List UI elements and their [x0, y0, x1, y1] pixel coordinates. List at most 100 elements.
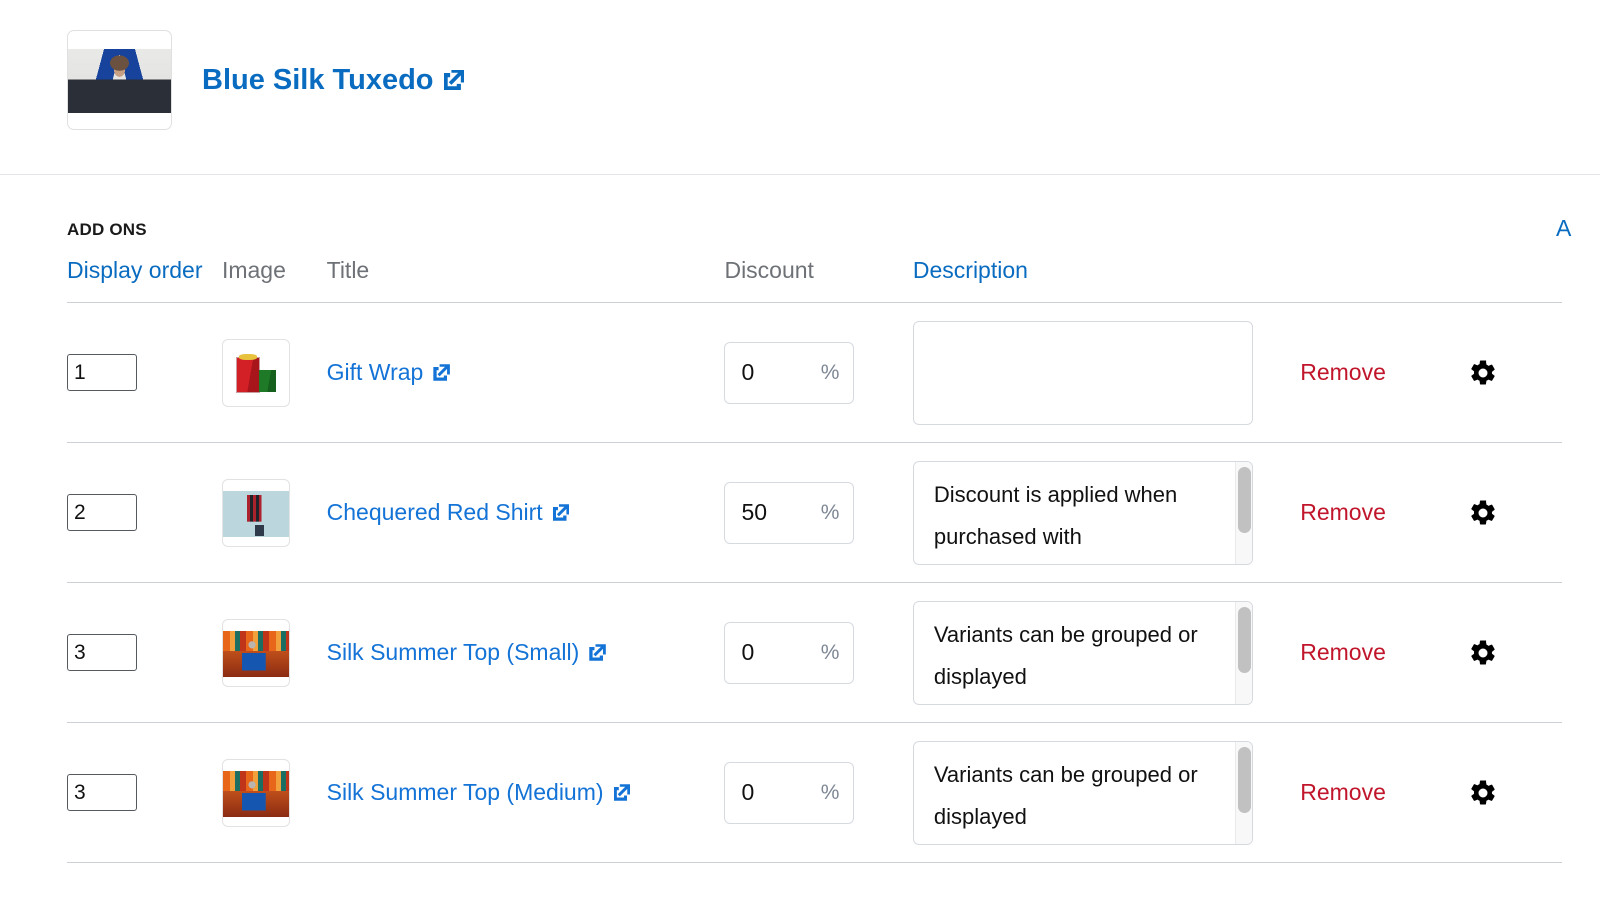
remove-button[interactable]: Remove: [1300, 359, 1386, 385]
add-addon-link[interactable]: A: [1556, 215, 1571, 242]
discount-input[interactable]: 0%: [724, 761, 855, 824]
cell-settings: [1467, 442, 1562, 583]
percent-suffix: %: [820, 360, 840, 384]
cell-description: Variants can be grouped or displayed: [912, 582, 1301, 723]
description-text: [914, 322, 1252, 424]
product-thumbnail[interactable]: [67, 30, 172, 130]
cell-description: Variants can be grouped or displayed: [912, 722, 1301, 863]
product-title-link[interactable]: Blue Silk Tuxedo: [202, 30, 464, 130]
description-textarea[interactable]: Discount is applied when purchased with: [912, 460, 1253, 565]
product-title-label: Blue Silk Tuxedo: [202, 64, 434, 96]
description-text: Variants can be grouped or displayed: [933, 761, 1198, 829]
addon-thumbnail[interactable]: [221, 338, 290, 407]
table-row: 3 Silk Summer Top (Medium) 0% Variants can …: [67, 722, 1562, 863]
cell-title: Silk Summer Top (Small): [326, 582, 725, 723]
cell-title: Chequered Red Shirt: [326, 442, 725, 583]
gear-icon[interactable]: [1468, 638, 1498, 668]
discount-input[interactable]: 50%: [724, 481, 855, 544]
addon-thumbnail[interactable]: [221, 618, 290, 687]
gear-icon[interactable]: [1468, 498, 1498, 528]
discount-input[interactable]: 0%: [724, 621, 855, 684]
external-link-icon: [553, 504, 570, 521]
description-scrollbar[interactable]: [1234, 601, 1252, 704]
cell-remove: Remove: [1300, 302, 1468, 443]
addon-title-link[interactable]: Chequered Red Shirt: [327, 499, 570, 526]
description-textarea[interactable]: Variants can be grouped or displayed: [912, 600, 1253, 705]
display-order-input[interactable]: 1: [67, 354, 137, 391]
display-order-input[interactable]: 2: [67, 494, 137, 531]
column-header-image: Image: [221, 257, 327, 303]
cell-remove: Remove: [1300, 442, 1468, 583]
cell-discount: 0%: [724, 582, 913, 723]
scrollbar-thumb[interactable]: [1237, 466, 1251, 533]
gear-icon[interactable]: [1468, 358, 1498, 388]
addons-section: ADD ONS A Display order Image Title Disc…: [0, 175, 1600, 863]
cell-image: [221, 442, 327, 583]
chequered-red-shirt-thumbnail: [222, 490, 289, 537]
column-header-title: Title: [326, 257, 725, 303]
addon-title-link[interactable]: Silk Summer Top (Medium): [327, 779, 630, 806]
external-link-icon: [444, 70, 465, 91]
table-row: 1 Gift Wrap 0% Remove: [67, 302, 1562, 443]
gear-icon[interactable]: [1468, 778, 1498, 808]
description-textarea[interactable]: [912, 320, 1253, 425]
cell-discount: 0%: [724, 722, 913, 863]
column-header-settings: [1467, 257, 1562, 303]
addons-table: Display order Image Title Discount Descr…: [67, 257, 1562, 863]
addon-title-label: Silk Summer Top (Medium): [326, 779, 604, 805]
product-header: Blue Silk Tuxedo: [0, 0, 1600, 174]
cell-description: [912, 302, 1301, 443]
description-textarea[interactable]: Variants can be grouped or displayed: [912, 740, 1253, 845]
cell-image: [221, 302, 327, 443]
discount-value: 0: [741, 779, 755, 805]
description-text: Variants can be grouped or displayed: [933, 621, 1198, 689]
discount-value: 50: [741, 499, 768, 525]
column-header-display-order[interactable]: Display order: [67, 257, 222, 303]
display-order-input[interactable]: 3: [67, 634, 137, 671]
column-header-discount: Discount: [724, 257, 913, 303]
addon-title-link[interactable]: Gift Wrap: [327, 359, 450, 386]
cell-description: Discount is applied when purchased with: [912, 442, 1301, 583]
discount-value: 0: [741, 639, 755, 665]
addons-section-label: ADD ONS: [67, 220, 147, 239]
addon-thumbnail[interactable]: [221, 478, 290, 547]
cell-remove: Remove: [1300, 722, 1468, 863]
addon-title-label: Gift Wrap: [326, 359, 424, 385]
cell-display-order: 3: [67, 722, 222, 863]
cell-image: [221, 722, 327, 863]
cell-display-order: 2: [67, 442, 222, 583]
cell-settings: [1467, 582, 1562, 723]
description-text: Discount is applied when purchased with: [933, 481, 1178, 549]
scrollbar-thumb[interactable]: [1237, 606, 1251, 673]
cell-remove: Remove: [1300, 582, 1468, 723]
addon-title-link[interactable]: Silk Summer Top (Small): [327, 639, 606, 666]
remove-button[interactable]: Remove: [1300, 779, 1386, 805]
external-link-icon: [589, 644, 606, 661]
discount-input[interactable]: 0%: [724, 341, 855, 404]
remove-button[interactable]: Remove: [1300, 499, 1386, 525]
percent-suffix: %: [820, 500, 840, 524]
column-header-description[interactable]: Description: [912, 257, 1301, 303]
cell-display-order: 1: [67, 302, 222, 443]
cell-settings: [1467, 302, 1562, 443]
addon-thumbnail[interactable]: [221, 758, 290, 827]
silk-summer-top-medium-thumbnail: [222, 770, 289, 817]
description-scrollbar[interactable]: [1234, 461, 1252, 564]
display-order-input[interactable]: 3: [67, 774, 137, 811]
addons-section-header: ADD ONS: [67, 175, 1600, 257]
table-row: 3 Silk Summer Top (Small) 0% Variants can b…: [67, 582, 1562, 723]
cell-title: Gift Wrap: [326, 302, 725, 443]
cell-discount: 0%: [724, 302, 913, 443]
cell-display-order: 3: [67, 582, 222, 723]
remove-button[interactable]: Remove: [1300, 639, 1386, 665]
scrollbar-thumb[interactable]: [1237, 746, 1251, 813]
description-scrollbar[interactable]: [1234, 741, 1252, 844]
cell-settings: [1467, 722, 1562, 863]
external-link-icon: [433, 364, 450, 381]
gift-wrap-thumbnail: [222, 350, 289, 397]
percent-suffix: %: [820, 780, 840, 804]
cell-title: Silk Summer Top (Medium): [326, 722, 725, 863]
addons-table-header-row: Display order Image Title Discount Descr…: [67, 257, 1562, 303]
gift-bow-decoration: [238, 354, 258, 360]
discount-value: 0: [741, 359, 755, 385]
